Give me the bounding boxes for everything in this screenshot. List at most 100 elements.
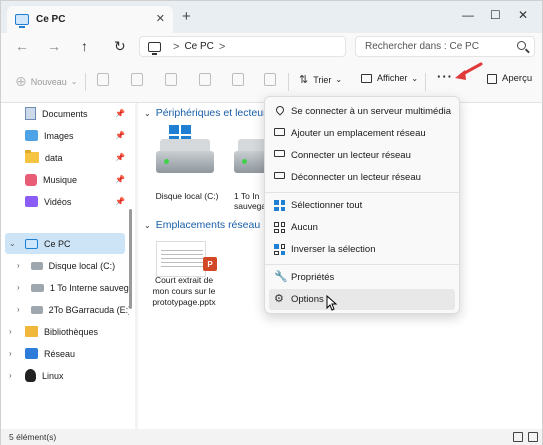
back-icon[interactable]: ← (15, 38, 29, 54)
sidebar-item-linux[interactable]: › Linux (1, 365, 129, 386)
group-title: Périphériques et lecteurs (155, 107, 272, 119)
chevron-right-icon: › (9, 349, 12, 358)
plus-icon: ⊕ (15, 73, 27, 89)
refresh-icon[interactable]: ↻ (114, 38, 126, 55)
network-icon (25, 348, 38, 359)
copy-icon (131, 73, 143, 86)
select-none-icon (274, 222, 285, 233)
menu-item-map-network-drive[interactable]: Connecter un lecteur réseau (269, 145, 455, 166)
menu-item-select-none[interactable]: Aucun (269, 217, 455, 238)
tiles-view-icon[interactable] (528, 432, 538, 442)
network-drive-disconnect-icon (274, 172, 285, 179)
gear-icon: ⚙ (274, 293, 284, 305)
menu-item-properties[interactable]: 🔧 Propriétés (269, 267, 455, 288)
tab-close-icon[interactable]: ✕ (156, 12, 165, 25)
preview-label: Aperçu (502, 73, 533, 84)
maximize-button[interactable]: ☐ (490, 8, 501, 22)
rename-button[interactable] (199, 73, 211, 86)
sidebar-item-libraries[interactable]: › Bibliothèques (1, 321, 129, 342)
chevron-down-icon: ⌄ (70, 77, 78, 86)
preview-button[interactable]: Aperçu (487, 73, 532, 84)
close-button[interactable]: ✕ (518, 8, 528, 22)
pin-icon: 📌 (115, 109, 125, 118)
pin-icon: 📌 (115, 131, 125, 140)
sidebar-item-musique[interactable]: Musique 📌 (1, 169, 129, 190)
chevron-right-icon: › (17, 261, 20, 270)
minimize-button[interactable]: — (462, 8, 474, 22)
delete-button[interactable] (264, 73, 276, 86)
menu-item-label: Inverser la sélection (291, 244, 376, 255)
chevron-right-icon: › (9, 327, 12, 336)
sidebar-item-documents[interactable]: Documents 📌 (1, 103, 129, 124)
sidebar-scrollbar[interactable] (129, 209, 132, 309)
address-bar[interactable]: > Ce PC > (139, 36, 346, 57)
sidebar-item-label: Réseau (44, 348, 76, 359)
menu-item-add-network-location[interactable]: Ajouter un emplacement réseau (269, 123, 455, 144)
more-options-button[interactable]: ··· (437, 69, 453, 84)
sort-button[interactable]: ⇅ Trier ⌄ (299, 73, 342, 86)
sidebar-item-data[interactable]: data 📌 (1, 147, 129, 168)
breadcrumb-separator: > (218, 40, 226, 53)
menu-item-label: Se connecter à un serveur multimédia (291, 106, 451, 117)
menu-item-label: Déconnecter un lecteur réseau (291, 172, 421, 183)
chevron-right-icon: › (9, 371, 12, 380)
hard-drive-icon (156, 151, 214, 173)
breadcrumb-separator: > (173, 40, 180, 53)
cut-button[interactable] (97, 73, 109, 86)
search-input[interactable]: Rechercher dans : Ce PC (355, 36, 535, 57)
file-label[interactable]: Court extrait de mon cours sur le protot… (146, 275, 222, 308)
sidebar-item-images[interactable]: Images 📌 (1, 125, 129, 146)
group-header-network[interactable]: ⌄ Emplacements réseau (144, 219, 260, 231)
drive-icon (31, 283, 44, 292)
menu-divider (265, 192, 459, 193)
divider (425, 73, 426, 91)
sort-icon: ⇅ (299, 74, 309, 86)
sidebar-item-label: Images (44, 130, 74, 141)
tab-bar: Ce PC ✕ + — ☐ ✕ (1, 1, 542, 33)
thumbnail-preview (161, 247, 203, 267)
pin-icon: 📌 (115, 153, 125, 162)
group-title: Emplacements réseau (155, 219, 261, 231)
menu-item-options[interactable]: ⚙ Options (269, 289, 455, 310)
status-bar: 5 élément(s) (1, 429, 542, 445)
sidebar-item-network[interactable]: › Réseau (1, 343, 129, 364)
network-drive-icon (274, 150, 285, 157)
menu-item-invert-selection[interactable]: Inverser la sélection (269, 239, 455, 260)
forward-icon[interactable]: → (47, 38, 61, 54)
sidebar-item-ce-pc[interactable]: ⌄ Ce PC (5, 233, 125, 254)
music-icon (25, 173, 37, 186)
view-button[interactable]: Afficher ⌄ (361, 73, 418, 83)
copy-button[interactable] (131, 73, 143, 86)
sort-label: Trier (313, 74, 332, 85)
menu-item-label: Connecter un lecteur réseau (291, 150, 411, 161)
drive-led (242, 159, 247, 164)
paste-button[interactable] (165, 73, 177, 86)
menu-item-connect-media-server[interactable]: Se connecter à un serveur multimédia (269, 101, 455, 122)
breadcrumb[interactable]: Ce PC (184, 41, 213, 52)
up-icon[interactable]: ↑ (81, 38, 88, 54)
menu-item-disconnect-network-drive[interactable]: Déconnecter un lecteur réseau (269, 167, 455, 188)
sidebar-item-drive-backup[interactable]: › 1 To Interne sauvegarde (1, 277, 129, 298)
explorer-window: Ce PC ✕ + — ☐ ✕ ← → ↑ ↻ > Ce PC > Recher… (0, 0, 543, 445)
drive-led (164, 159, 169, 164)
computer-icon (15, 14, 29, 28)
sidebar-item-videos[interactable]: Vidéos 📌 (1, 191, 129, 212)
view-label: Afficher (377, 73, 408, 83)
libraries-icon (25, 326, 38, 337)
drive-icon (31, 261, 43, 270)
new-button[interactable]: ⊕ Nouveau ⌄ (15, 73, 77, 90)
details-view-icon[interactable] (513, 432, 523, 442)
folder-icon (25, 150, 39, 163)
group-header-devices[interactable]: ⌄ Périphériques et lecteurs (144, 107, 272, 119)
new-label: Nouveau (30, 76, 67, 87)
sidebar-item-drive-e[interactable]: › 2To BGarracuda (E:) (1, 299, 129, 320)
sidebar-item-drive-c[interactable]: › Disque local (C:) (1, 255, 129, 276)
drive-c-tile[interactable] (156, 125, 216, 187)
new-tab-icon[interactable]: + (182, 8, 191, 25)
tab-ce-pc[interactable]: Ce PC ✕ (7, 6, 173, 33)
share-button[interactable] (232, 73, 244, 86)
search-icon (517, 41, 526, 50)
file-thumbnail[interactable] (156, 241, 206, 277)
menu-item-select-all[interactable]: Sélectionner tout (269, 195, 455, 216)
drive-c-label: Disque local (C:) (155, 191, 219, 201)
